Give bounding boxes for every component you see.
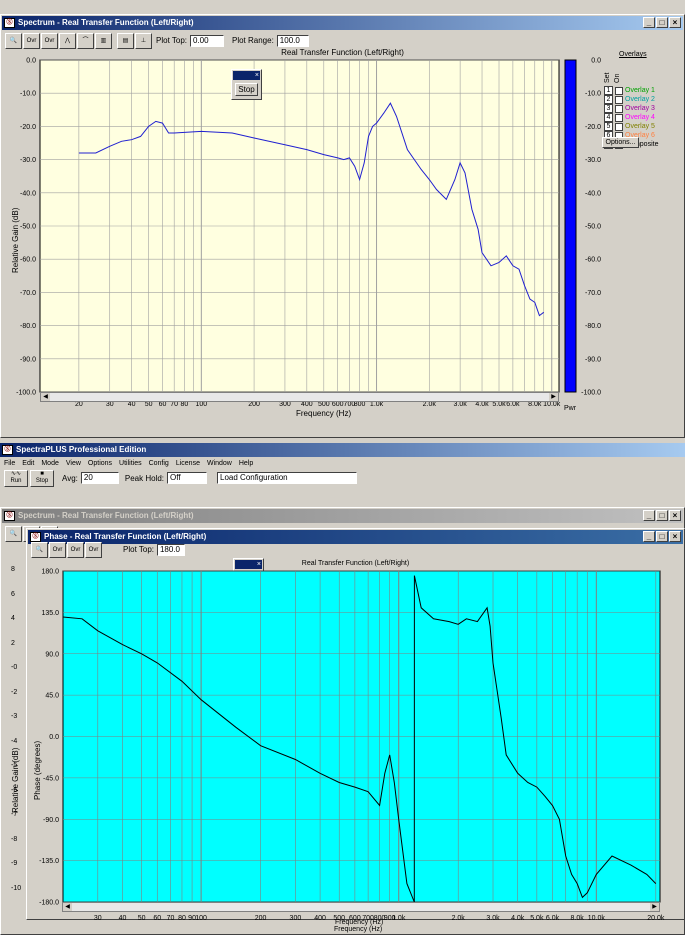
xtick-label: 2.0k [452, 915, 466, 922]
phase-scroll-left-icon[interactable]: ◀ [63, 903, 72, 911]
xtick-label: 50 [138, 915, 146, 922]
xtick-label: 80 [178, 915, 186, 922]
xtick-label: 10.0k [588, 915, 606, 922]
ytick-label: 0.0 [49, 734, 59, 741]
xtick-label: 300 [290, 915, 302, 922]
xtick-label: 8.0k [571, 915, 585, 922]
ytick-label: 180.0 [41, 569, 59, 576]
phase-xlabel: Frequency (Hz) [335, 919, 384, 926]
phase-scroll-right-icon[interactable]: ▶ [650, 903, 659, 911]
phase-chart: 180.0 135.0 90.0 45.0 0.0 -45.0 -90.0 -135.0 -18… [39, 569, 665, 923]
ytick-label: -135.0 [39, 858, 59, 865]
xtick-label: 100 [195, 915, 207, 922]
xtick-label: 1.0k [392, 915, 406, 922]
phase-ylabel: Phase (degrees) [33, 740, 42, 800]
xtick-label: 6.0k [546, 915, 560, 922]
ytick-label: -180.0 [39, 900, 59, 907]
xtick-label: 400 [314, 915, 326, 922]
xtick-label: 20.0k [647, 915, 665, 922]
xtick-label: 3.0k [486, 915, 500, 922]
ytick-label: -45.0 [43, 775, 59, 782]
xtick-label: 30 [94, 915, 102, 922]
ytick-label: 45.0 [45, 693, 59, 700]
phase-hscroll[interactable]: ◀ ▶ [62, 902, 660, 912]
ytick-label: 135.0 [41, 610, 59, 617]
ytick-label: -90.0 [43, 817, 59, 824]
xtick-label: 70 [167, 915, 175, 922]
xtick-label: 40 [119, 915, 127, 922]
xtick-label: 200 [255, 915, 267, 922]
xtick-label: 4.0k [511, 915, 525, 922]
ytick-label: 90.0 [45, 651, 59, 658]
xtick-label: 60 [153, 915, 161, 922]
xtick-label: 5.0k [530, 915, 544, 922]
